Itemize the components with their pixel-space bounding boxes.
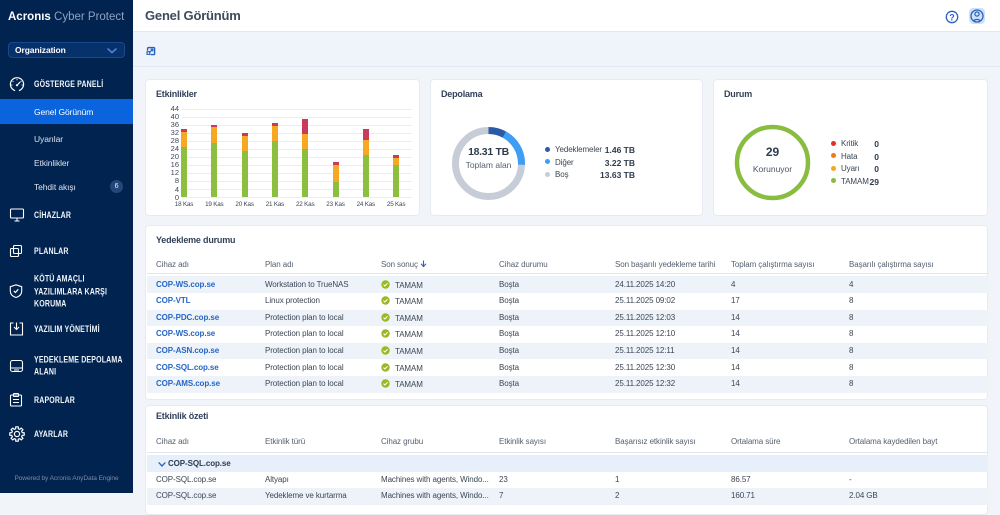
svg-text:?: ? <box>949 12 955 22</box>
